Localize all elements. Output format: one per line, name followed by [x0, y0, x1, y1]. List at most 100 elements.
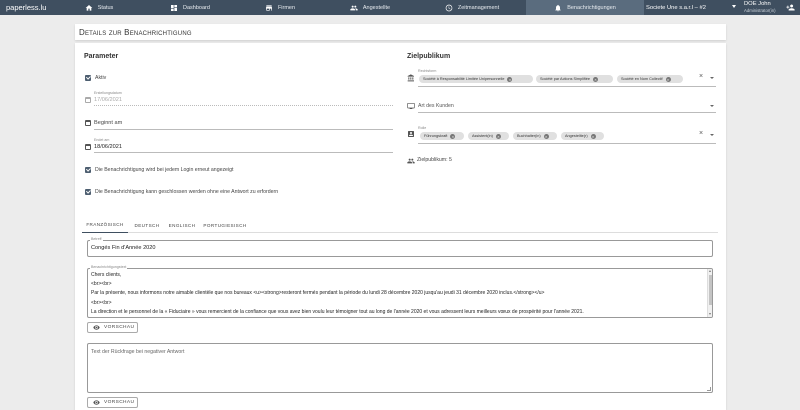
audience-title: Zielpublikum [407, 53, 451, 60]
legal-form-underline [418, 86, 716, 87]
chevron-down-icon[interactable] [710, 105, 714, 107]
nav-item-label: Firmen [277, 4, 296, 11]
preview-button[interactable]: VORSCHAU [87, 397, 138, 408]
close-icon[interactable]: × [590, 133, 596, 139]
tab-deutsch[interactable]: DEUTSCH [133, 217, 161, 233]
chip-label: Assistent(in) [472, 134, 493, 138]
nav-item-label: Dashboard [183, 4, 210, 11]
company-selector[interactable]: Societe Une s.a.r.l – #2 [646, 0, 736, 15]
clear-icon[interactable]: × [699, 73, 703, 80]
close-icon[interactable]: × [543, 133, 549, 139]
audience-count: Zielpublikum: 5 [417, 157, 452, 163]
clock-icon [445, 4, 453, 11]
role-chip[interactable]: Angestellte(r) × [561, 132, 604, 140]
close-icon[interactable]: × [593, 76, 599, 82]
user-info[interactable]: DOE John Administrator(in) [744, 1, 776, 13]
nav-item-label: Zeitmanagement [457, 4, 500, 11]
close-icon[interactable]: × [507, 76, 513, 82]
legal-form-chip[interactable]: Société en Nom Collectif × [617, 75, 683, 83]
calendar-icon [85, 97, 91, 103]
calendar-icon[interactable] [85, 120, 91, 126]
nav-item-angestellte[interactable]: Angestellte [345, 0, 395, 15]
resize-handle[interactable] [707, 387, 711, 391]
start-date-input[interactable]: Beginnt am [94, 120, 122, 126]
show-each-login-label: Die Benachrichtigung wird bei jedem Logi… [95, 167, 234, 173]
customer-type-select[interactable]: Art des Kunden [418, 103, 454, 109]
chip-label: Angestellte(r) [565, 134, 588, 138]
nav-item-firmen[interactable]: Firmen [260, 0, 300, 15]
dashboard-icon [171, 4, 178, 11]
nav-item-label: Status [97, 4, 114, 11]
body-label: Benachrichtigungstext [90, 265, 128, 269]
tab-franzoesisch[interactable]: FRANZÖSISCH [82, 217, 128, 233]
role-chip[interactable]: Führungskraft × [420, 132, 464, 140]
people-icon [407, 158, 415, 164]
nav-item-label: Benachrichtigungen [567, 4, 616, 11]
store-icon [265, 4, 272, 11]
customer-type-underline [418, 112, 716, 113]
tab-englisch[interactable]: ENGLISCH [168, 217, 196, 233]
closable-checkbox[interactable] [85, 189, 91, 195]
clear-icon[interactable]: × [699, 130, 703, 137]
active-label: Aktiv [95, 75, 107, 81]
closable-label: Die Benachrichtigung kann geschlossen we… [95, 189, 279, 195]
subject-field[interactable] [87, 240, 713, 257]
close-icon[interactable]: × [665, 76, 671, 82]
scroll-down-icon[interactable] [709, 313, 711, 315]
top-navigation: paperless.lu Status Dashboard Firmen Ang… [0, 0, 800, 15]
chevron-down-icon[interactable] [710, 134, 714, 136]
active-checkbox[interactable] [85, 75, 91, 81]
body-line: <br><br> [91, 299, 112, 306]
people-icon [350, 5, 358, 10]
close-icon[interactable]: × [450, 133, 456, 139]
negative-reply-placeholder: Text der Rückfrage bei negativer Antwort [91, 349, 185, 355]
eye-icon [93, 400, 100, 405]
show-each-login-checkbox[interactable] [85, 167, 91, 173]
chip-label: Société à Responsabilité Limitée Unipers… [423, 77, 505, 81]
page-title: Details zur Benachrichtigung [75, 24, 726, 40]
tab-portugiesisch[interactable]: PORTUGIESISCH [203, 217, 247, 233]
legal-form-chip[interactable]: Société par Actions Simplifiée × [536, 75, 613, 83]
chevron-down-icon[interactable] [710, 77, 714, 79]
body-scrollbar[interactable] [707, 269, 712, 317]
parameter-title: Parameter [84, 53, 119, 60]
created-date-label: Erstellungsdatum [94, 91, 122, 95]
calendar-icon[interactable] [85, 144, 91, 150]
chip-label: Führungskraft [424, 134, 448, 138]
chip-label: Société en Nom Collectif [621, 77, 663, 81]
bell-icon [555, 4, 561, 11]
body-line: <br><br> [91, 281, 112, 288]
chip-label: Société par Actions Simplifiée [540, 77, 591, 81]
body-line: Chers clients, [91, 272, 122, 278]
scroll-up-icon[interactable] [709, 270, 711, 272]
nav-item-benachrichtigungen[interactable]: Benachrichtigungen [526, 0, 644, 15]
badge-icon [408, 131, 414, 137]
logout-icon[interactable] [786, 3, 795, 12]
brand-logo[interactable]: paperless.lu [0, 3, 75, 12]
preview-button-label: VORSCHAU [104, 325, 135, 330]
end-date-underline [94, 152, 393, 153]
body-text[interactable]: Chers clients, <br><br> Par la présente,… [91, 271, 703, 317]
nav-item-status[interactable]: Status [80, 0, 118, 15]
created-date-value: 17/06/2021 [94, 97, 122, 103]
body-line: Par la présente, nous informons notre ai… [91, 290, 545, 297]
body-field[interactable]: Chers clients, <br><br> Par la présente,… [87, 268, 713, 318]
end-date-input[interactable]: 18/06/2021 [94, 144, 122, 150]
bank-icon [407, 74, 414, 82]
home-icon [85, 4, 93, 11]
nav-item-zeitmanagement[interactable]: Zeitmanagement [442, 0, 502, 15]
close-icon[interactable]: × [495, 133, 501, 139]
user-role: Administrator(in) [744, 8, 776, 13]
scrollbar-thumb[interactable] [708, 275, 712, 305]
chevron-down-icon [732, 5, 736, 8]
preview-button[interactable]: VORSCHAU [87, 322, 138, 333]
role-chip[interactable]: Assistent(in) × [468, 132, 509, 140]
subject-input[interactable]: Congés Fin d'Année 2020 [91, 245, 156, 251]
role-underline [418, 143, 716, 144]
preview-button-label: VORSCHAU [104, 400, 135, 405]
nav-item-dashboard[interactable]: Dashboard [165, 0, 215, 15]
eye-icon [93, 325, 100, 330]
legal-form-chip[interactable]: Société à Responsabilité Limitée Unipers… [419, 75, 533, 83]
role-chip[interactable]: Buchhalter(in) × [513, 132, 557, 140]
legal-form-label: Rechtsform [418, 69, 437, 73]
